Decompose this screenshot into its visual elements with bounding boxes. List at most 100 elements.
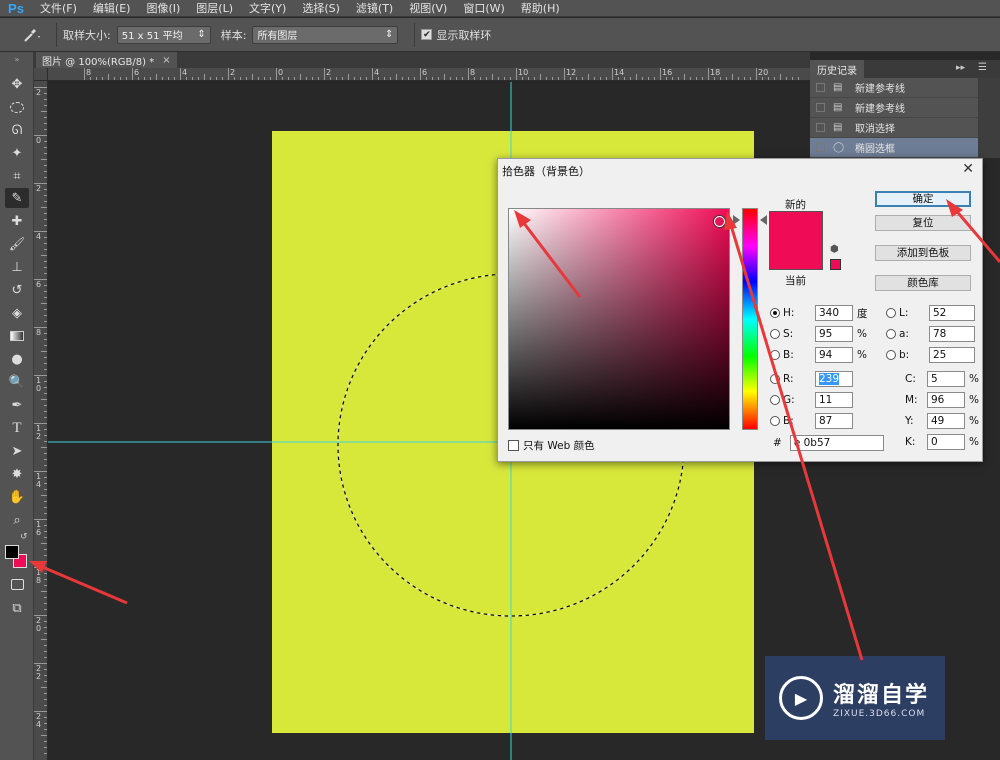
blue-input[interactable]: 87 [815,413,853,429]
lab-b-input[interactable]: 25 [929,347,975,363]
red-input[interactable]: 239 [815,371,853,387]
color-libraries-button[interactable]: 颜色库 [875,275,971,291]
path-selection-tool[interactable]: ➤ [5,441,29,461]
vertical-ruler[interactable]: 2 0 2 4 6 8 10 12 14 16 18 20 22 24 [34,81,48,760]
brightness-input[interactable]: 94 [815,347,853,363]
lab-b-radio[interactable] [886,350,896,360]
hue-slider-right-arrow-icon[interactable] [760,215,767,225]
menu-help[interactable]: 帮助(H) [513,0,568,16]
close-icon[interactable]: × [162,55,170,66]
clone-stamp-tool[interactable]: ⊥ [5,257,29,277]
history-item[interactable]: ▤ 新建参考线 [810,98,978,118]
hand-tool[interactable]: ✋ [5,487,29,507]
menu-filter[interactable]: 滤镜(T) [348,0,401,16]
ruler-tick [84,68,85,80]
dodge-tool[interactable]: 🔍 [5,372,29,392]
crop-tool[interactable]: ⌗ [5,166,29,186]
lab-l-radio[interactable] [886,308,896,318]
lab-l-input[interactable]: 52 [929,305,975,321]
history-scrollbar[interactable] [978,78,1000,158]
ruler-minor-tick [480,77,481,80]
red-radio[interactable] [770,374,780,384]
foreground-color-swatch[interactable] [5,545,19,559]
sample-select[interactable]: 所有图层 ⇕ [252,25,399,44]
tool-preset-picker[interactable] [14,22,50,48]
history-brush-tool[interactable]: ↺ [5,280,29,300]
swap-colors-icon[interactable]: ↺ [20,532,28,542]
hue-radio[interactable] [770,308,780,318]
ruler-minor-tick [486,77,487,80]
magic-wand-tool[interactable]: ✦ [5,143,29,163]
menu-type[interactable]: 文字(Y) [241,0,294,16]
horizontal-ruler[interactable]: 8 6 4 2 0 2 4 6 8 10 12 14 16 18 20 [48,68,810,81]
menu-image[interactable]: 图像(I) [138,0,188,16]
history-item-selected[interactable]: ◯ 椭圆选框 [810,138,978,158]
panel-menu-icon[interactable]: ☰ [978,62,987,73]
close-icon[interactable]: ✕ [962,161,974,177]
web-safe-swatch[interactable] [830,259,841,270]
history-source-checkbox[interactable] [816,83,825,92]
history-item[interactable]: ▤ 新建参考线 [810,78,978,98]
hue-input[interactable]: 340 [815,305,853,321]
hue-slider[interactable] [742,208,758,430]
hex-input[interactable]: e 0b57 [789,435,884,451]
screen-mode-button[interactable]: ⧉ [5,598,29,618]
web-colors-only-option[interactable]: 只有 Web 颜色 [508,438,595,453]
sample-size-select[interactable]: 51 x 51 平均 ⇕ [116,25,211,44]
move-tool[interactable]: ✥ [5,74,29,94]
yellow-input[interactable]: 49 [927,413,965,429]
menu-layer[interactable]: 图层(L) [188,0,241,16]
menu-edit[interactable]: 编辑(E) [85,0,139,16]
collapse-panel-icon[interactable]: ▸▸ [956,63,965,73]
lab-a-input[interactable]: 78 [929,326,975,342]
document-tab[interactable]: 图片 @ 100%(RGB/8) * × [36,52,177,68]
brightness-radio[interactable] [770,350,780,360]
lasso-tool[interactable]: ᘏ [5,120,29,140]
blue-radio[interactable] [770,416,780,426]
collapse-icon[interactable]: » [5,54,29,64]
ruler-origin[interactable] [34,68,48,81]
quick-mask-button[interactable] [5,574,29,594]
history-source-checkbox[interactable] [816,143,825,152]
zoom-tool[interactable]: ⌕ [5,510,29,530]
ok-button[interactable]: 确定 [875,191,971,207]
marquee-tool[interactable] [5,97,29,117]
color-field[interactable] [508,208,730,430]
history-source-checkbox[interactable] [816,103,825,112]
blur-tool[interactable]: ● [5,349,29,369]
history-item[interactable]: ▤ 取消选择 [810,118,978,138]
eraser-tool[interactable]: ◈ [5,303,29,323]
history-source-checkbox[interactable] [816,123,825,132]
add-to-swatches-button[interactable]: 添加到色板 [875,245,971,261]
show-ring-checkbox[interactable]: ✔ [421,29,433,40]
hue-slider-left-arrow-icon[interactable] [733,215,740,225]
saturation-input[interactable]: 95 [815,326,853,342]
gradient-tool[interactable] [5,326,29,346]
ruler-minor-tick [594,77,595,80]
history-panel-tab[interactable]: 历史记录 [810,60,864,78]
out-of-gamut-cube-icon[interactable]: ⬢ [830,244,840,255]
ruler-label: 16 [36,520,42,537]
cyan-input[interactable]: 5 [927,371,965,387]
menu-file[interactable]: 文件(F) [32,0,85,16]
menu-window[interactable]: 窗口(W) [455,0,512,16]
healing-brush-tool[interactable]: ✚ [5,211,29,231]
color-field-cursor[interactable] [714,216,725,227]
brush-tool[interactable]: 🖌 [5,234,29,254]
reset-button[interactable]: 复位 [875,215,971,231]
pen-tool[interactable]: ✒ [5,395,29,415]
black-input[interactable]: 0 [927,434,965,450]
ruler-minor-tick [774,77,775,80]
green-radio[interactable] [770,395,780,405]
saturation-radio[interactable] [770,329,780,339]
shape-tool[interactable]: ✸ [5,464,29,484]
menu-select[interactable]: 选择(S) [294,0,348,16]
eyedropper-tool[interactable]: ✎ [5,188,29,208]
web-colors-only-checkbox[interactable] [508,440,519,451]
lab-a-radio[interactable] [886,329,896,339]
type-tool[interactable]: T [5,418,29,438]
menu-view[interactable]: 视图(V) [401,0,455,16]
green-input[interactable]: 11 [815,392,853,408]
ruler-minor-tick [102,77,103,80]
magenta-input[interactable]: 96 [927,392,965,408]
